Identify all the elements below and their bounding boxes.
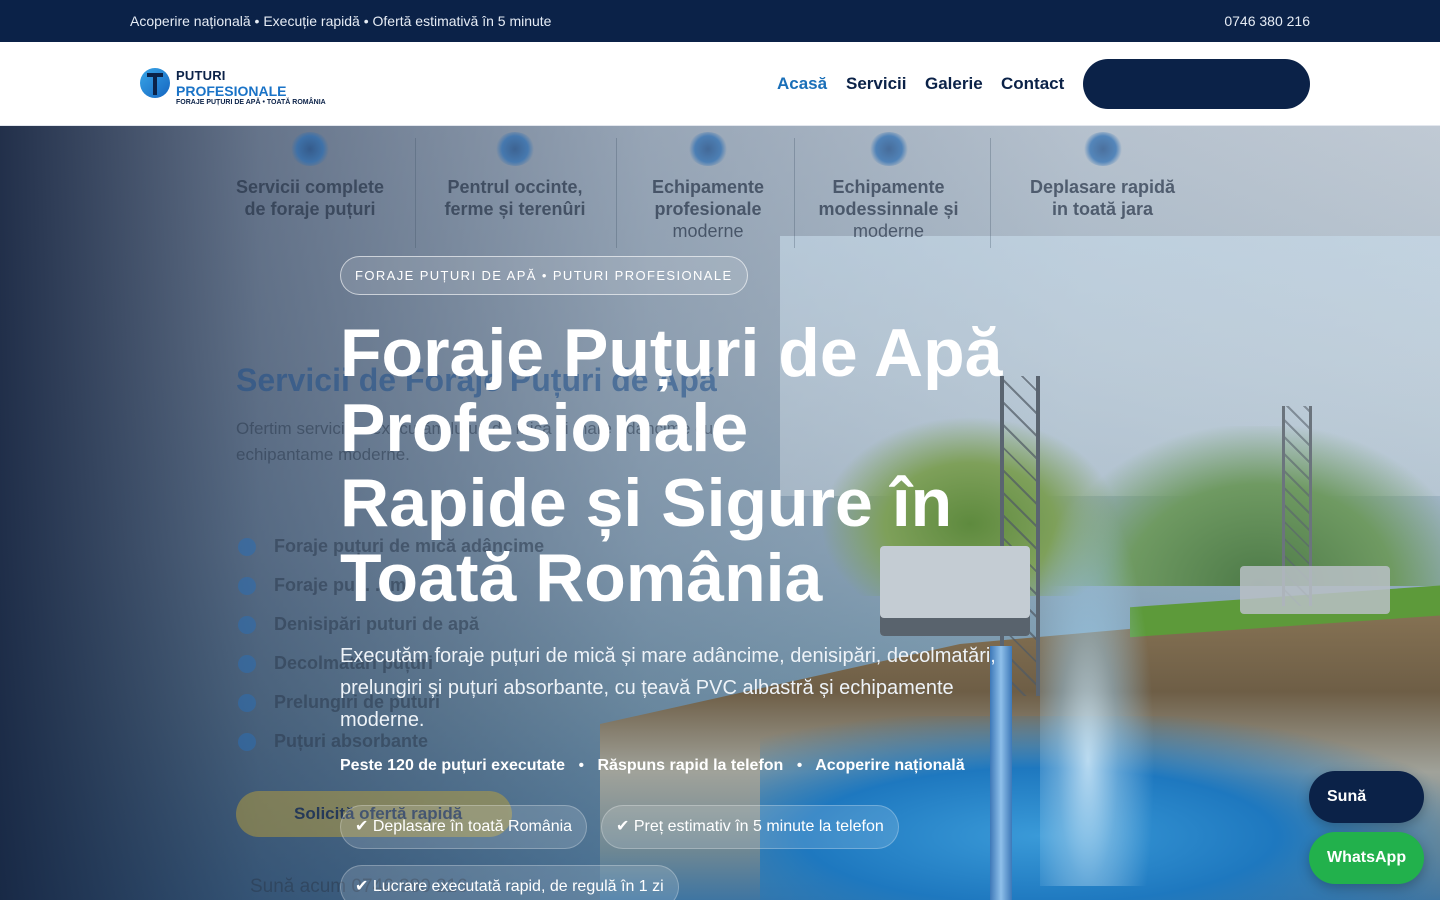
bg-feature-4-line-2: modessinnale și <box>818 199 959 219</box>
hero-lead: Executăm foraje puțuri de mică și mare a… <box>340 645 996 731</box>
bg-feature-1-line-1: Servicii complete <box>235 177 385 197</box>
top-bar: Acoperire națională • Execuție rapidă • … <box>0 0 1440 42</box>
bg-feature-4: Echipamente modessinnale și moderne <box>806 132 971 242</box>
bg-divider <box>794 138 795 248</box>
gears-icon <box>868 132 909 166</box>
floating-whatsapp-button[interactable]: WhatsApp <box>1309 832 1424 884</box>
hero-pill-travel: ✔ Deplasare în toată România <box>340 805 588 849</box>
logo-line-2: PROFESIONALE <box>176 83 287 99</box>
bg-feature-3-line-2: profesionale <box>654 199 762 219</box>
fact-separator: • <box>578 757 585 774</box>
fact-separator: • <box>796 757 803 774</box>
top-bar-phone[interactable]: 0746 380 216 <box>1224 13 1310 29</box>
bg-feature-3-line-1: Echipamente <box>651 177 765 197</box>
hero-pill-price: ✔ Preț estimativ în 5 minute la telefon <box>601 805 899 849</box>
drill-icon <box>290 132 330 166</box>
bg-feature-3-line-3: moderne <box>672 221 744 241</box>
bg-feature-2-line-2: ferme și terenûri <box>444 199 586 219</box>
logo-line-1: PUTURI <box>176 68 226 83</box>
bg-feature-5-line-2: in toată jara <box>1051 199 1154 219</box>
hero-section: Servicii complete de foraje puțuri Pentr… <box>0 126 1440 900</box>
farm-icon <box>495 132 535 166</box>
hero-title-line-3: Rapide și Sigure în <box>340 465 953 541</box>
header-cta-button[interactable] <box>1083 59 1310 109</box>
nav-item-servicii[interactable]: Servicii <box>846 74 907 94</box>
logo-line-3: FORAJE PUȚURI DE APĂ • TOATĂ ROMÂNIA <box>176 99 326 106</box>
floating-call-button[interactable]: Sună <box>1309 771 1424 823</box>
fact-coverage: Acoperire națională <box>815 757 965 774</box>
pickup-truck-icon <box>1240 566 1390 614</box>
hero-title-line-4: Toată România <box>340 540 823 616</box>
bg-feature-4-line-1: Echipamente <box>832 177 945 197</box>
hero-badge: FORAJE PUȚURI DE APĂ • PUTURI PROFESIONA… <box>340 256 748 295</box>
logo-icon <box>140 68 170 98</box>
bg-feature-1: Servicii complete de foraje puțuri <box>230 132 390 220</box>
hero-facts: Peste 120 de puțuri executate • Răspuns … <box>340 757 965 775</box>
top-bar-tagline: Acoperire națională • Execuție rapidă • … <box>130 13 552 29</box>
site-logo[interactable]: PUTURI PROFESIONALE FORAJE PUȚURI DE APĂ… <box>140 67 340 107</box>
bg-feature-1-line-2: de foraje puțuri <box>244 199 376 219</box>
fact-response: Răspuns rapid la telefon <box>597 757 784 774</box>
bg-feature-4-line-3: moderne <box>852 221 925 241</box>
site-header: PUTURI PROFESIONALE FORAJE PUȚURI DE APĂ… <box>0 42 1440 126</box>
bg-feature-2: Pentrul occinte, ferme și terenûri <box>435 132 595 220</box>
nav-item-acasa[interactable]: Acasă <box>777 74 827 94</box>
nav-item-galerie[interactable]: Galerie <box>925 74 983 94</box>
bg-divider <box>990 138 991 248</box>
hero-title-line-1: Foraje Puțuri de Apă <box>340 315 1003 391</box>
bg-feature-5-line-1: Deplasare rapidă <box>1029 177 1176 197</box>
hero-pill-fast: ✔ Lucrare executată rapid, de regulă în … <box>340 865 679 900</box>
truck-icon <box>1082 132 1123 166</box>
bg-feature-5: Deplasare rapidă in toată jara <box>1015 132 1190 220</box>
hero-title: Foraje Puțuri de Apă Profesionale Rapide… <box>340 316 1100 616</box>
hero-title-line-2: Profesionale <box>340 390 749 466</box>
bg-feature-3: Echipamente profesionale moderne <box>628 132 788 242</box>
bg-divider <box>616 138 617 248</box>
bg-feature-2-line-1: Pentrul occinte, <box>447 177 583 197</box>
fact-wells: Peste 120 de puțuri executate <box>340 757 565 774</box>
bg-divider <box>415 138 416 248</box>
equipment-icon <box>688 132 728 166</box>
nav-item-contact[interactable]: Contact <box>1001 74 1064 94</box>
